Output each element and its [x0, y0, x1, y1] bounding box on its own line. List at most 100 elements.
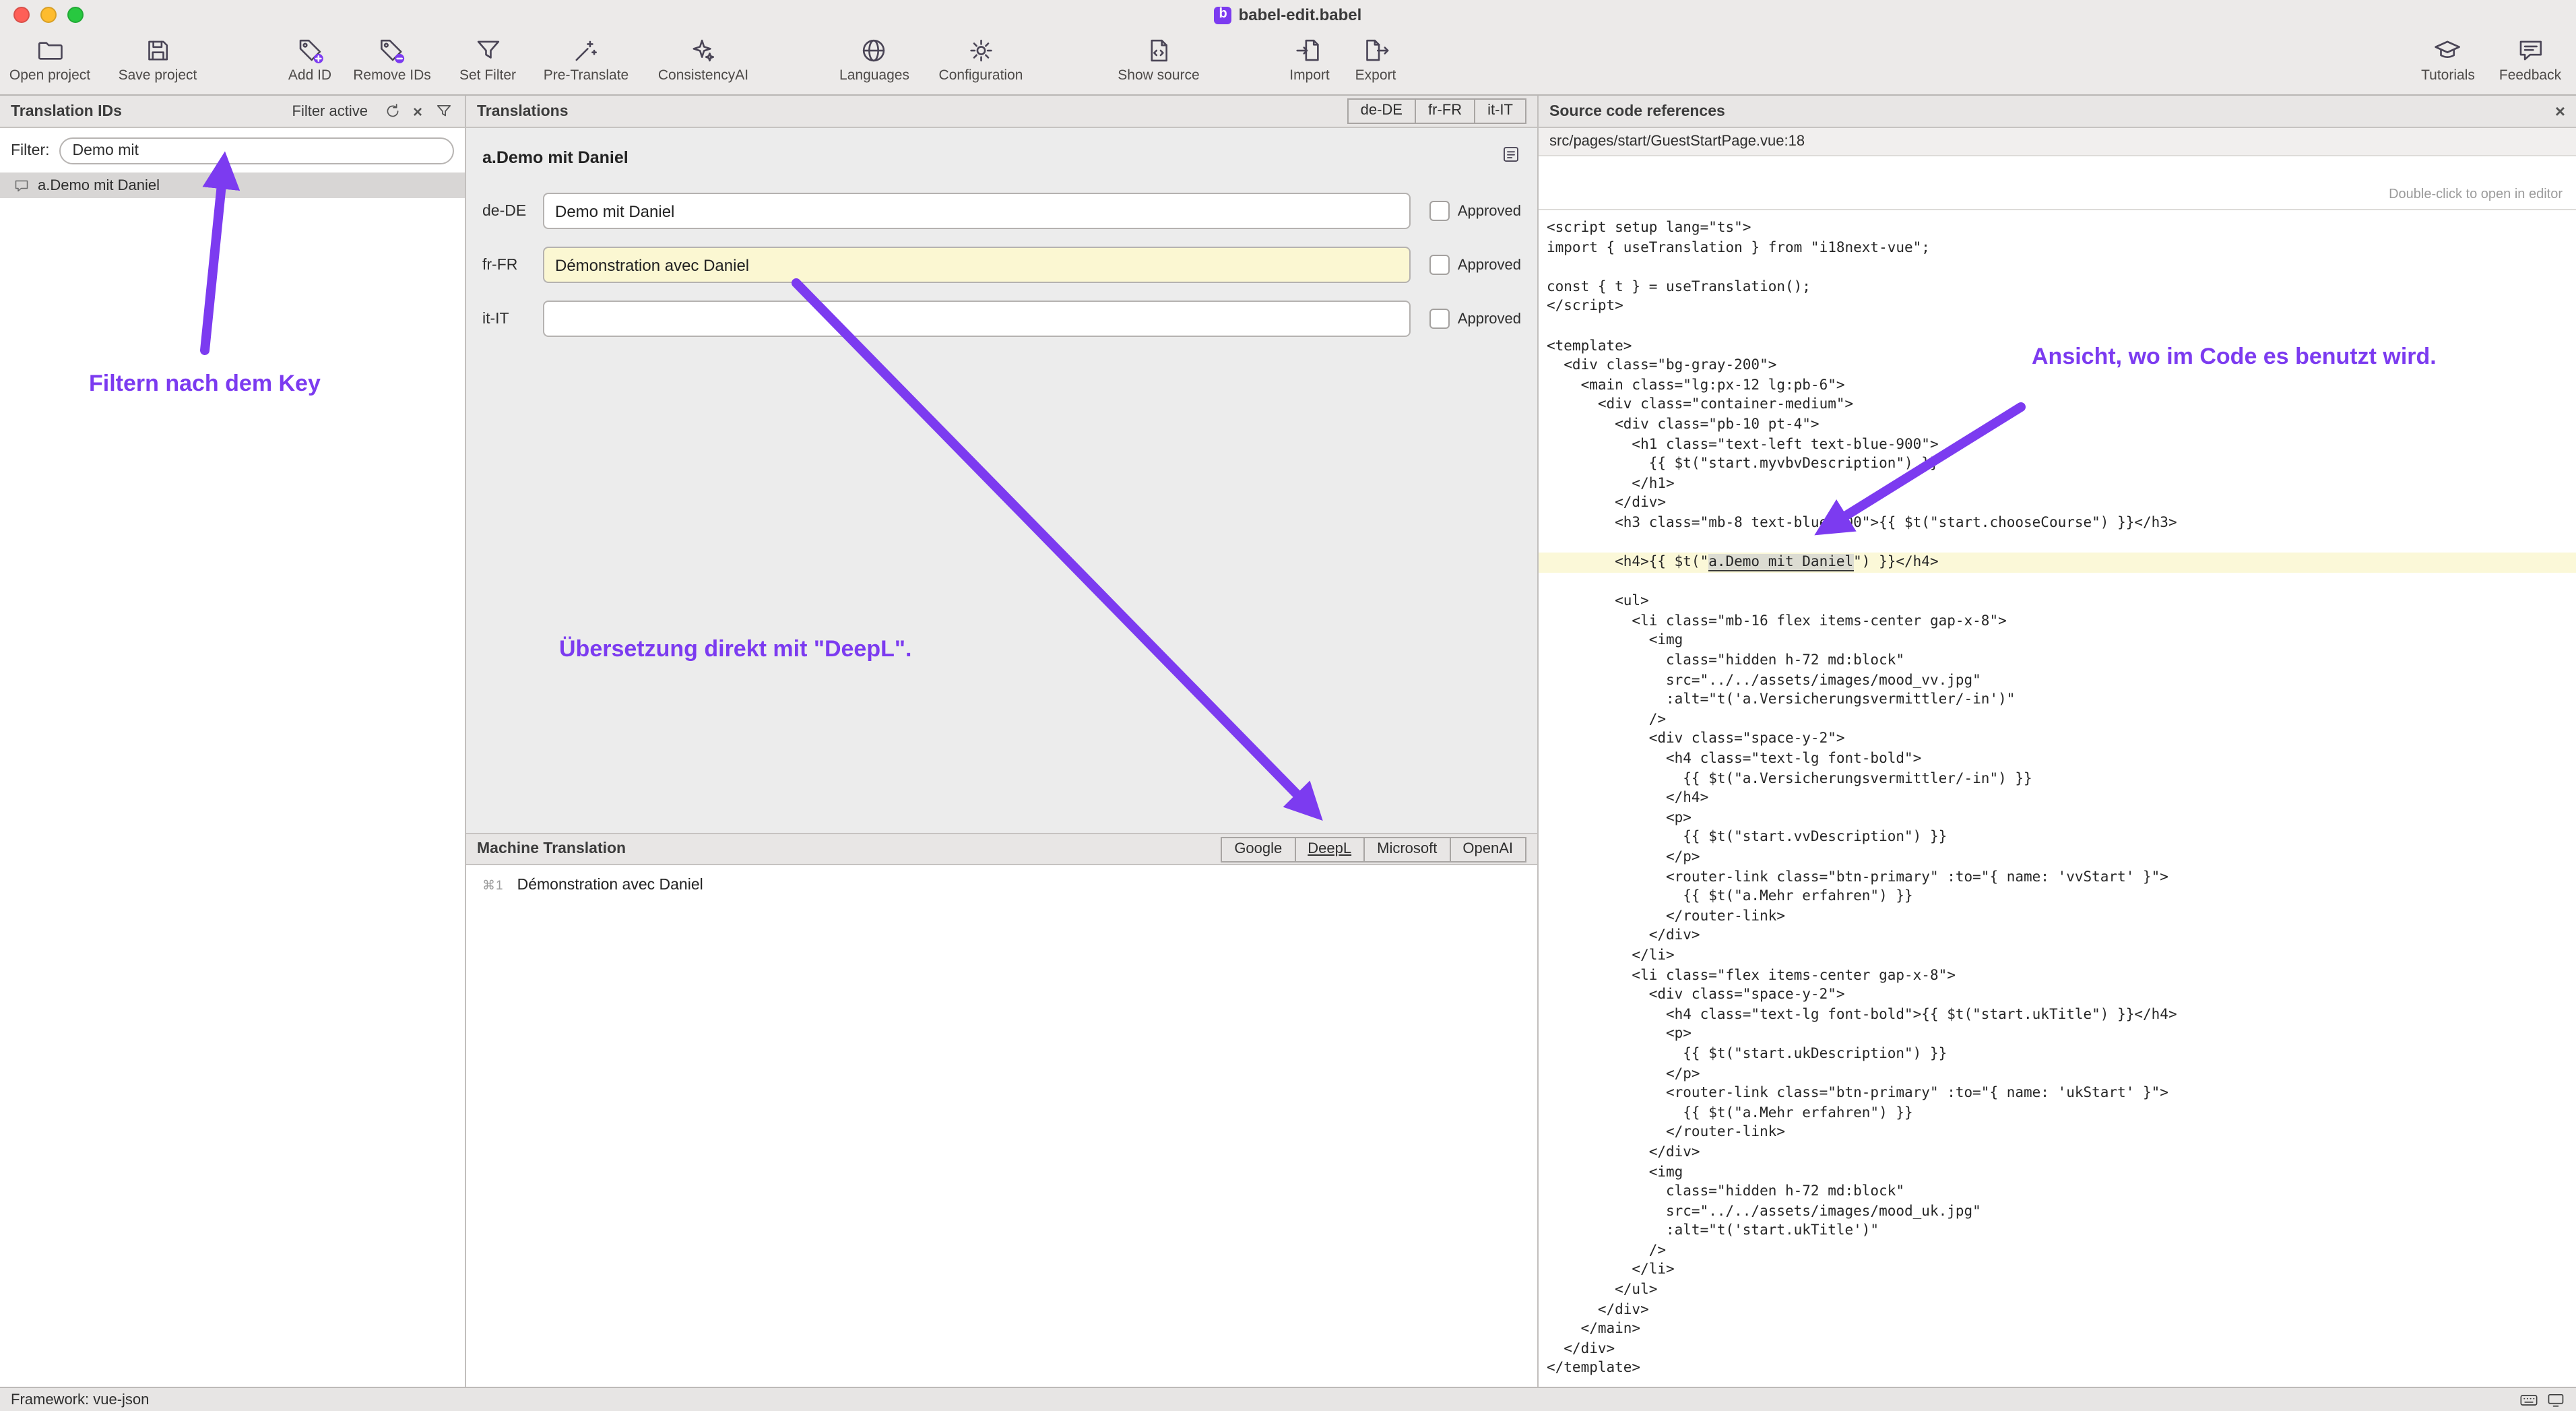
screen-icon[interactable] — [2546, 1392, 2565, 1408]
refresh-icon[interactable] — [381, 100, 403, 122]
code-line — [1539, 533, 2576, 553]
graduation-cap-icon — [2434, 35, 2462, 65]
approved-checkbox[interactable] — [1429, 201, 1450, 221]
speech-bubble-icon — [2516, 35, 2544, 65]
code-line — [1539, 572, 2576, 592]
code-line: </h1> — [1539, 474, 2576, 493]
code-line: </div> — [1539, 1340, 2576, 1359]
approved-checkbox[interactable] — [1429, 255, 1450, 275]
code-line: <h1 class="text-left text-blue-900"> — [1539, 435, 2576, 454]
close-icon[interactable]: × — [2555, 102, 2565, 120]
consistency-ai-button[interactable]: ConsistencyAI — [658, 35, 748, 84]
gear-icon — [967, 35, 995, 65]
language-tab-it-IT[interactable]: it-IT — [1474, 98, 1526, 124]
code-line: <template> — [1539, 336, 2576, 356]
import-button[interactable]: Import — [1289, 35, 1330, 84]
code-line: {{ $t("start.vvDescription") }} — [1539, 828, 2576, 848]
code-line: :alt="t('a.Versicherungsvermittler/-in')… — [1539, 691, 2576, 710]
status-bar: Framework: vue-json — [0, 1387, 2576, 1411]
filter-menu-icon[interactable] — [432, 100, 454, 122]
translations-title: Translations — [477, 103, 569, 119]
tag-plus-icon — [296, 35, 324, 65]
code-line: <p> — [1539, 1025, 2576, 1044]
framework-label: Framework: vue-json — [11, 1392, 149, 1408]
code-line: </script> — [1539, 297, 2576, 317]
code-line: <div class="space-y-2"> — [1539, 985, 2576, 1005]
language-tab-fr-FR[interactable]: fr-FR — [1415, 98, 1475, 124]
translation-input-de-DE[interactable] — [543, 193, 1411, 229]
mt-provider-microsoft[interactable]: Microsoft — [1363, 836, 1450, 862]
toolbar-label: Add ID — [288, 67, 331, 84]
add-id-button[interactable]: Add ID — [288, 35, 331, 84]
translation-input-fr-FR[interactable] — [543, 247, 1411, 283]
code-line: <ul> — [1539, 592, 2576, 612]
code-line: <div class="bg-gray-200"> — [1539, 356, 2576, 375]
configuration-button[interactable]: Configuration — [939, 35, 1023, 84]
code-line: </p> — [1539, 1064, 2576, 1084]
feedback-button[interactable]: Feedback — [2499, 35, 2561, 84]
mt-provider-google[interactable]: Google — [1221, 836, 1295, 862]
window-title: babel-edit.babel — [1239, 5, 1362, 24]
code-line: </div> — [1539, 494, 2576, 513]
translation-key-highlight: a.Demo mit Daniel — [1708, 554, 1853, 571]
code-line: </div> — [1539, 927, 2576, 946]
mt-result-row[interactable]: ⌘1 Démonstration avec Daniel — [482, 877, 1521, 893]
approved-label: Approved — [1458, 311, 1521, 327]
code-line: import { useTranslation } from "i18next-… — [1539, 238, 2576, 257]
open-in-editor-hint: Double-click to open in editor — [2389, 187, 2563, 202]
pre-translate-button[interactable]: Pre-Translate — [544, 35, 629, 84]
code-line: <img — [1539, 631, 2576, 651]
code-line: </ul> — [1539, 1280, 2576, 1300]
save-project-button[interactable]: Save project — [119, 35, 197, 84]
app-icon: b — [1215, 6, 1232, 24]
code-line: <img — [1539, 1162, 2576, 1182]
folder-open-icon — [36, 35, 64, 65]
source-file-reference[interactable]: src/pages/start/GuestStartPage.vue:18 — [1539, 128, 2576, 156]
approved-checkbox[interactable] — [1429, 309, 1450, 329]
translation-id-item[interactable]: a.Demo mit Daniel — [0, 173, 465, 198]
toolbar-label: Open project — [9, 67, 90, 84]
translations-panel: Translations de-DE fr-FR it-IT a.Demo mi… — [466, 96, 1539, 1387]
globe-icon — [860, 35, 889, 65]
remove-ids-button[interactable]: Remove IDs — [353, 35, 431, 84]
comment-icon[interactable] — [1501, 144, 1521, 171]
code-line: class="hidden h-72 md:block" — [1539, 1182, 2576, 1201]
export-button[interactable]: Export — [1355, 35, 1396, 84]
code-line: <div class="pb-10 pt-4"> — [1539, 415, 2576, 435]
save-icon — [143, 35, 172, 65]
tutorials-button[interactable]: Tutorials — [2421, 35, 2475, 84]
approved-label: Approved — [1458, 203, 1521, 219]
show-source-button[interactable]: Show source — [1118, 35, 1199, 84]
translation-ids-title: Translation IDs — [11, 103, 122, 119]
code-line: <li class="flex items-center gap-x-8"> — [1539, 966, 2576, 985]
clear-filter-icon[interactable]: × — [407, 100, 428, 122]
keyboard-icon[interactable] — [2519, 1392, 2538, 1408]
language-tab-de-DE[interactable]: de-DE — [1347, 98, 1416, 124]
toolbar-label: Import — [1289, 67, 1330, 84]
window-titlebar: b babel-edit.babel — [0, 0, 2576, 30]
filter-input[interactable] — [59, 137, 455, 164]
toolbar-label: Languages — [839, 67, 909, 84]
mt-provider-deepl[interactable]: DeepL — [1294, 836, 1365, 862]
translations-content: a.Demo mit Daniel de-DE Approved fr-FR A… — [466, 128, 1537, 833]
code-line: {{ $t("a.Versicherungsvermittler/-in") }… — [1539, 769, 2576, 788]
import-icon — [1295, 35, 1324, 65]
open-project-button[interactable]: Open project — [9, 35, 90, 84]
translation-id-label: a.Demo mit Daniel — [38, 177, 160, 193]
language-label: it-IT — [482, 311, 543, 327]
set-filter-button[interactable]: Set Filter — [459, 35, 516, 84]
machine-translation-title: Machine Translation — [477, 841, 626, 857]
app-window: b babel-edit.babel Open project Save pro… — [0, 0, 2576, 1411]
code-line: src="../../assets/images/mood_vv.jpg" — [1539, 670, 2576, 690]
mt-provider-openai[interactable]: OpenAI — [1449, 836, 1526, 862]
translation-row-de-DE: de-DE Approved — [482, 193, 1521, 229]
export-icon — [1361, 35, 1390, 65]
code-line: <router-link class="btn-primary" :to="{ … — [1539, 1084, 2576, 1103]
translation-ids-panel: Translation IDs Filter active × Filter: … — [0, 96, 466, 1387]
languages-button[interactable]: Languages — [839, 35, 909, 84]
hint-row: Double-click to open in editor — [1539, 156, 2576, 210]
code-line: <h4 class="text-lg font-bold"> — [1539, 749, 2576, 769]
toolbar: Open project Save project Add ID Remove … — [0, 30, 2576, 96]
translation-input-it-IT[interactable] — [543, 301, 1411, 337]
source-references-title: Source code references — [1549, 103, 1725, 119]
